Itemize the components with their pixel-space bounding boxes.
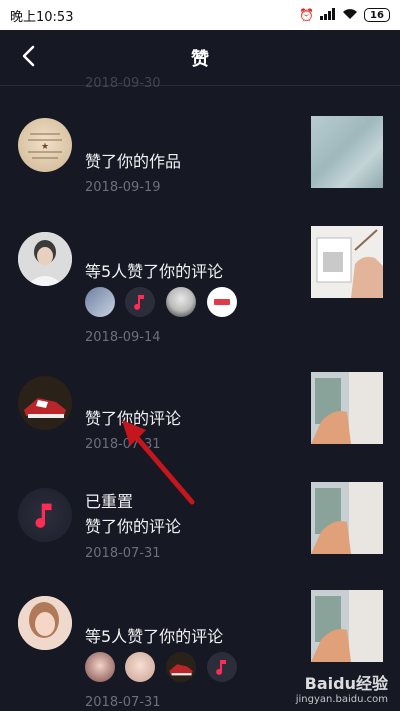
notification-date: 2018-07-31 [85, 695, 161, 710]
liker-avatar[interactable] [207, 652, 237, 682]
music-note-icon [216, 660, 226, 675]
liker-avatar[interactable] [85, 287, 115, 317]
list-item[interactable]: ★ 赞了你的作品 2018-09-19 [0, 116, 400, 206]
notification-date: 2018-09-14 [85, 330, 161, 345]
watermark-brand: Baidu经验 [304, 674, 388, 693]
post-thumbnail[interactable] [311, 590, 383, 662]
notification-text: 赞了你的评论 [85, 409, 182, 428]
liker-avatar[interactable] [207, 287, 237, 317]
liker-avatar[interactable] [166, 652, 196, 682]
notification-text: 等5人赞了你的评论 [85, 262, 224, 281]
liker-avatar[interactable] [85, 652, 115, 682]
liker-avatar[interactable] [166, 287, 196, 317]
list-item[interactable]: 等5人赞了你的评论 2018-09-14 [0, 226, 400, 351]
signal-icon [320, 7, 336, 23]
battery-icon: 16 [364, 8, 390, 22]
wifi-icon [342, 8, 358, 23]
post-thumbnail[interactable] [311, 226, 383, 298]
list-item[interactable]: 已重置 赞了你的评论 2018-07-31 [0, 482, 400, 582]
post-thumbnail[interactable] [311, 116, 383, 188]
notification-date: 2018-07-31 [85, 437, 161, 452]
avatar[interactable]: ★ [18, 118, 72, 172]
alarm-icon: ⏰ [299, 8, 314, 22]
avatar[interactable] [18, 232, 72, 286]
post-thumbnail[interactable] [311, 482, 383, 554]
liker-avatar[interactable] [125, 652, 155, 682]
page-title: 赞 [191, 49, 209, 70]
status-icons: ⏰ 16 [299, 7, 390, 23]
status-time: 晚上10:53 [10, 9, 74, 25]
header: 赞 [0, 30, 400, 86]
avatar[interactable] [18, 596, 72, 650]
post-thumbnail[interactable] [311, 372, 383, 444]
music-note-icon [35, 503, 52, 528]
svg-text:★: ★ [41, 142, 49, 152]
watermark: Baidu经验 jingyan.baidu.com [296, 670, 388, 705]
list-item[interactable]: 赞了你的评论 2018-07-31 [0, 372, 400, 462]
avatar[interactable] [18, 376, 72, 430]
liker-avatar[interactable] [125, 287, 155, 317]
status-bar: 晚上10:53 ⏰ 16 [0, 0, 400, 30]
notification-username[interactable]: 已重置 [85, 488, 133, 512]
notification-text: 赞了你的评论 [85, 517, 182, 536]
watermark-url: jingyan.baidu.com [295, 694, 388, 705]
partial-date: 2018-09-30 [85, 76, 161, 91]
music-note-icon [134, 295, 144, 310]
notification-text: 等5人赞了你的评论 [85, 627, 224, 646]
notification-text: 赞了你的作品 [85, 152, 182, 171]
avatar[interactable] [18, 488, 72, 542]
notification-date: 2018-09-19 [85, 180, 161, 195]
notification-date: 2018-07-31 [85, 546, 161, 561]
